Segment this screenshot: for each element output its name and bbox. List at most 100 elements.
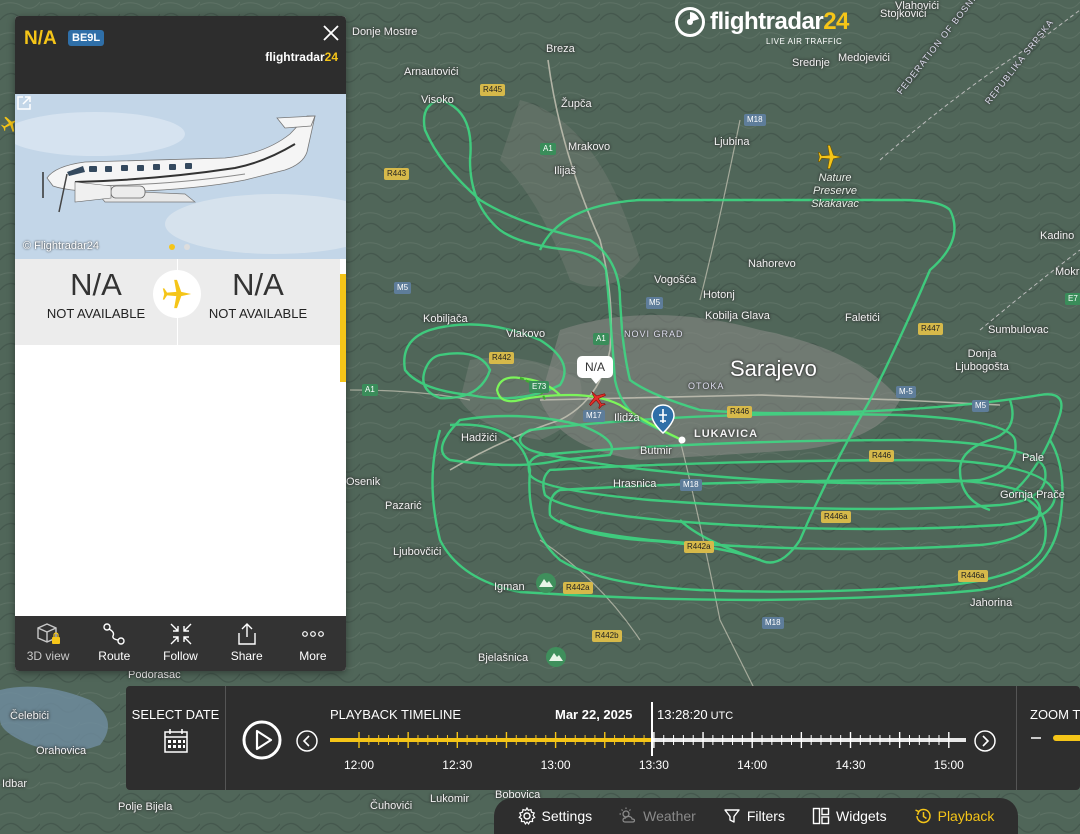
road-shield: R442 xyxy=(489,352,515,364)
timeline-time: 13:28:20 UTC xyxy=(657,707,733,722)
panel-toolbar: 3D view Route Follow Share More xyxy=(15,616,346,671)
place-label: Ilidža xyxy=(614,412,640,424)
destination-code: N/A xyxy=(232,267,284,302)
place-label: Ljubovčići xyxy=(393,546,442,558)
carousel-dot-active[interactable] xyxy=(169,244,175,250)
place-label: Kobiljača xyxy=(423,313,468,325)
mountain-icon xyxy=(546,647,566,667)
radar-logo-icon xyxy=(675,7,705,37)
road-shield: A1 xyxy=(540,143,556,155)
road-shield: M5 xyxy=(646,297,664,309)
timeline-prev-icon[interactable] xyxy=(296,730,318,752)
road-shield: M5 xyxy=(394,282,412,294)
aircraft-photo[interactable]: © Flightradar24 xyxy=(15,94,346,259)
filters-label: Filters xyxy=(746,808,785,824)
panel-header: N/A BE9L flightradar24 xyxy=(15,16,346,94)
place-label: Lukomir xyxy=(430,793,470,805)
timeline-track[interactable] xyxy=(330,732,966,748)
aircraft-label-bubble[interactable]: N/A xyxy=(577,356,614,384)
track-start-dot-icon xyxy=(678,436,686,444)
road-shield: R442a xyxy=(563,582,593,594)
selected-aircraft-icon[interactable] xyxy=(586,388,608,410)
destination-airport[interactable]: N/A NOT AVAILABLE xyxy=(177,259,339,345)
weather-button[interactable]: Weather xyxy=(619,807,696,825)
road-shield: M17 xyxy=(583,410,605,422)
place-label: Kadino xyxy=(1040,230,1075,242)
gear-icon xyxy=(517,807,536,825)
select-date-label: SELECT DATE xyxy=(131,707,220,722)
origin-name: NOT AVAILABLE xyxy=(46,306,146,321)
play-icon[interactable] xyxy=(242,720,282,760)
place-label: Gornja Prače xyxy=(1000,489,1065,501)
zoom-timeline-control: ZOOM T xyxy=(1016,686,1080,790)
place-label: Orahovica xyxy=(36,745,87,757)
mountain-icon xyxy=(536,573,556,593)
brand-name: flightradar xyxy=(710,8,824,35)
3d-view-label: 3D view xyxy=(26,649,70,663)
place-label: Osenik xyxy=(346,476,381,488)
filters-button[interactable]: Filters xyxy=(723,807,785,825)
carousel-dot[interactable] xyxy=(184,244,190,250)
road-shield: R442b xyxy=(592,630,622,642)
place-label: Faletići xyxy=(845,312,880,324)
select-date-button[interactable]: SELECT DATE xyxy=(126,686,226,790)
place-label: Sumbulovac xyxy=(988,324,1049,336)
place-label: Visoko xyxy=(421,94,454,106)
timeline-tick-label: 13:30 xyxy=(638,758,669,772)
place-label: Jahorina xyxy=(970,597,1013,609)
flightradar24-logo: flightradar24 xyxy=(674,6,849,38)
place-label: Vogošća xyxy=(654,274,697,286)
panel-scrollbar[interactable] xyxy=(340,274,346,382)
widgets-button[interactable]: Widgets xyxy=(812,807,887,825)
close-icon[interactable] xyxy=(322,24,340,42)
cube-lock-icon xyxy=(37,623,61,644)
timeline-tick-label: 12:30 xyxy=(442,758,473,772)
place-label-novi-grad: NOVI GRAD xyxy=(624,329,684,339)
place-label: Župča xyxy=(561,98,592,110)
timeline-playhead[interactable] xyxy=(651,702,653,756)
zoom-label: ZOOM T xyxy=(1030,707,1080,722)
route-summary: N/A NOT AVAILABLE N/A NOT AVAILABLE xyxy=(15,259,340,345)
place-label: Hadžići xyxy=(461,432,498,444)
road-shield: R446a xyxy=(958,570,988,582)
weather-icon xyxy=(619,807,636,823)
place-label: Donje Mostre xyxy=(352,26,418,38)
settings-button[interactable]: Settings xyxy=(517,807,592,825)
place-label: Igman xyxy=(494,581,525,593)
place-label-lukavica: LUKAVICA xyxy=(694,428,759,440)
photo-credit: © Flightradar24 xyxy=(23,240,99,252)
timeline-tick-label: 12:00 xyxy=(343,758,375,772)
follow-label: Follow xyxy=(163,649,198,663)
follow-button[interactable]: Follow xyxy=(147,616,213,671)
place-label: Mrakovo xyxy=(568,141,611,153)
timeline-tick-label: 14:00 xyxy=(737,758,768,772)
origin-airport[interactable]: N/A NOT AVAILABLE xyxy=(15,259,177,345)
zoom-slider[interactable] xyxy=(1031,728,1080,748)
playback-label: Playback xyxy=(937,808,995,824)
route-label: Route xyxy=(98,649,131,663)
city-label-sarajevo: Sarajevo xyxy=(730,356,817,381)
follow-icon xyxy=(170,623,191,645)
road-shield: E73 xyxy=(529,381,550,393)
external-link-icon[interactable] xyxy=(15,94,33,112)
place-label: Breza xyxy=(546,43,575,55)
timeline-tick-label: 14:30 xyxy=(835,758,866,772)
airport-marker-icon[interactable] xyxy=(651,404,675,434)
place-label: Srednje xyxy=(792,57,830,69)
place-label: Butmir xyxy=(640,445,672,457)
aircraft-icon[interactable] xyxy=(816,143,844,171)
road-shield: M18 xyxy=(762,617,784,629)
place-label: Hotonj xyxy=(703,289,735,301)
place-label: Medojevići xyxy=(838,52,890,64)
route-plane-icon xyxy=(153,270,201,318)
panel-brand-number: 24 xyxy=(324,50,338,64)
more-button[interactable]: More xyxy=(280,616,346,671)
place-label: Idbar xyxy=(2,778,28,790)
road-shield: A1 xyxy=(593,333,609,345)
route-button[interactable]: Route xyxy=(81,616,147,671)
more-dots-icon xyxy=(302,631,324,637)
playback-button[interactable]: Playback xyxy=(914,807,995,825)
share-button[interactable]: Share xyxy=(214,616,280,671)
3d-view-button[interactable]: 3D view xyxy=(15,616,81,671)
timeline-next-icon[interactable] xyxy=(974,730,996,752)
